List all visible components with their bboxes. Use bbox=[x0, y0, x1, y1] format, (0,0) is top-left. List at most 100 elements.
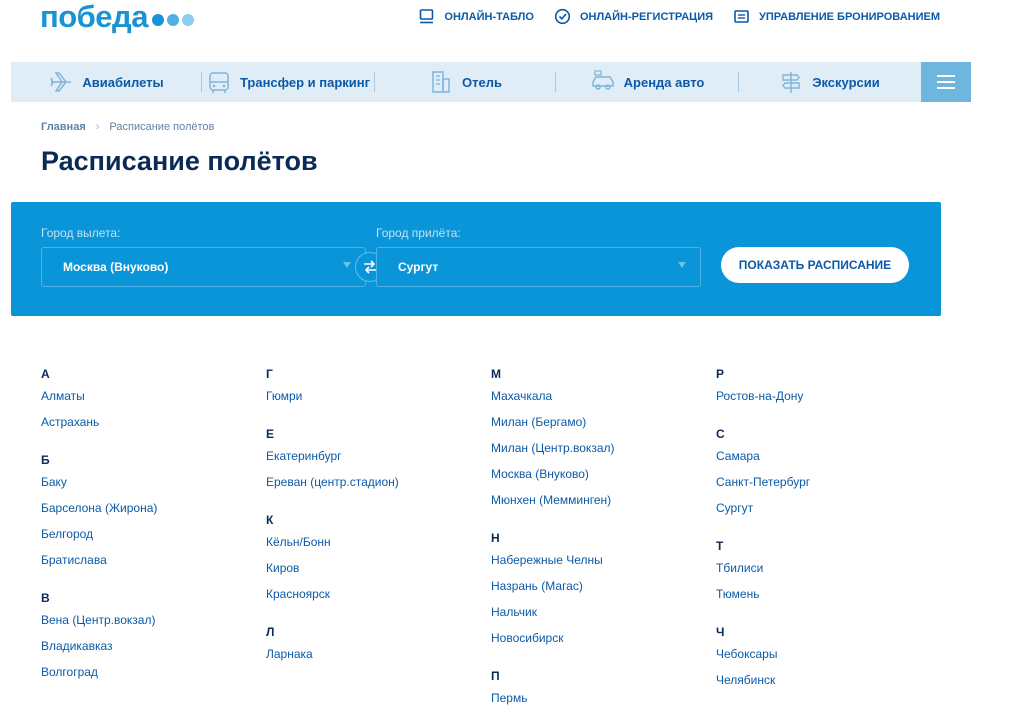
nav-item-transfer[interactable]: Трансфер и паркинг bbox=[202, 62, 374, 102]
city-link[interactable]: Милан (Центр.вокзал) bbox=[491, 441, 716, 467]
nav-item-car-rental[interactable]: Аренда авто bbox=[556, 62, 738, 102]
city-link[interactable]: Екатеринбург bbox=[266, 449, 491, 475]
city-group: Ч Чебоксары Челябинск bbox=[716, 623, 941, 699]
show-schedule-button[interactable]: ПОКАЗАТЬ РАСПИСАНИЕ bbox=[721, 247, 909, 283]
city-link[interactable]: Гюмри bbox=[266, 389, 491, 415]
city-link[interactable]: Астрахань bbox=[41, 415, 266, 441]
nav-item-excursions[interactable]: Экскурсии bbox=[739, 62, 919, 102]
from-city-select[interactable]: Москва (Внуково) bbox=[41, 247, 366, 287]
check-circle-icon bbox=[554, 8, 571, 25]
from-city-value: Москва (Внуково) bbox=[63, 260, 169, 274]
city-group-letter: А bbox=[41, 367, 50, 381]
city-link[interactable]: Баку bbox=[41, 475, 266, 501]
city-group-letter: Н bbox=[491, 531, 500, 545]
city-link[interactable]: Мюнхен (Мемминген) bbox=[491, 493, 716, 519]
city-group-letter: Б bbox=[41, 453, 50, 467]
to-city-label: Город прилёта: bbox=[376, 226, 461, 240]
breadcrumb-home[interactable]: Главная bbox=[41, 121, 86, 133]
city-group: А Алматы Астрахань bbox=[41, 365, 266, 441]
nav-item-label: Аренда авто bbox=[623, 74, 705, 90]
city-group-letter: М bbox=[491, 367, 501, 381]
city-link[interactable]: Милан (Бергамо) bbox=[491, 415, 716, 441]
city-link[interactable]: Санкт-Петербург bbox=[716, 475, 941, 501]
city-link[interactable]: Барселона (Жирона) bbox=[41, 501, 266, 527]
nav-item-label: Авиабилеты bbox=[82, 74, 164, 90]
city-column: М Махачкала Милан (Бергамо) Милан (Центр.во… bbox=[491, 365, 716, 726]
city-group-letter: К bbox=[266, 513, 274, 527]
logo-dots bbox=[151, 14, 194, 26]
city-link[interactable]: Москва (Внуково) bbox=[491, 467, 716, 493]
city-directory: А Алматы Астрахань Б Баку Барселона (Жирона) Б… bbox=[41, 365, 941, 726]
monitor-icon bbox=[420, 9, 434, 24]
city-link[interactable]: Ереван (центр.стадион) bbox=[266, 475, 491, 501]
city-link[interactable]: Ларнака bbox=[266, 647, 491, 673]
nav-item-flights[interactable]: Авиабилеты bbox=[11, 62, 201, 102]
from-city-label: Город вылета: bbox=[41, 226, 121, 240]
city-group-letter: Р bbox=[716, 367, 725, 381]
city-group: К Кёльн/Бонн Киров Красноярск bbox=[266, 511, 491, 613]
city-link[interactable]: Нальчик bbox=[491, 605, 716, 631]
signpost-icon bbox=[782, 72, 801, 93]
top-link-label: ОНЛАЙН-ТАБЛО bbox=[444, 10, 534, 23]
city-group-letter: С bbox=[716, 427, 725, 441]
city-group-letter: Е bbox=[266, 427, 275, 441]
caret-down-icon bbox=[678, 262, 686, 268]
city-link[interactable]: Махачкала bbox=[491, 389, 716, 415]
city-group: П Пермь bbox=[491, 667, 716, 717]
city-group-letter: В bbox=[41, 591, 50, 605]
logo[interactable]: победа bbox=[40, 0, 194, 34]
city-link[interactable]: Киров bbox=[266, 561, 491, 587]
top-link-online-checkin[interactable]: ОНЛАЙН-РЕГИСТРАЦИЯ bbox=[554, 8, 713, 25]
city-group: С Самара Санкт-Петербург Сургут bbox=[716, 425, 941, 527]
plane-icon bbox=[50, 72, 72, 92]
city-link[interactable]: Чебоксары bbox=[716, 647, 941, 673]
city-link[interactable]: Владикавказ bbox=[41, 639, 266, 665]
city-link[interactable]: Сургут bbox=[716, 501, 941, 527]
city-link[interactable]: Тюмень bbox=[716, 587, 941, 613]
city-column: Р Ростов-на-Дону С Самара Санкт-Петербург Сур… bbox=[716, 365, 941, 726]
city-link[interactable]: Кёльн/Бонн bbox=[266, 535, 491, 561]
city-group: Н Набережные Челны Назрань (Магас) Нальчик Н… bbox=[491, 529, 716, 657]
city-link[interactable]: Алматы bbox=[41, 389, 266, 415]
to-city-select[interactable]: Сургут bbox=[376, 247, 701, 287]
menu-icon bbox=[937, 75, 955, 77]
main-nav: Авиабилеты Трансфер и паркинг Отель Арен… bbox=[11, 62, 971, 102]
top-link-manage-booking[interactable]: УПРАВЛЕНИЕ БРОНИРОВАНИЕМ bbox=[733, 8, 940, 25]
city-link[interactable]: Челябинск bbox=[716, 673, 941, 699]
page-title: Расписание полётов bbox=[41, 146, 318, 176]
city-link[interactable]: Красноярск bbox=[266, 587, 491, 613]
city-group-letter: Л bbox=[266, 625, 275, 639]
city-group: Е Екатеринбург Ереван (центр.стадион) bbox=[266, 425, 491, 501]
search-panel: Город вылета: Москва (Внуково) Город при… bbox=[11, 202, 941, 316]
city-group: Г Гюмри bbox=[266, 365, 491, 415]
nav-item-label: Экскурсии bbox=[812, 74, 880, 90]
top-link-online-board[interactable]: ОНЛАЙН-ТАБЛО bbox=[418, 8, 534, 25]
city-group-letter: П bbox=[491, 669, 500, 683]
city-link[interactable]: Вена (Центр.вокзал) bbox=[41, 613, 266, 639]
to-city-value: Сургут bbox=[398, 260, 439, 274]
city-group: Т Тбилиси Тюмень bbox=[716, 537, 941, 613]
nav-item-hotel[interactable]: Отель bbox=[375, 62, 555, 102]
hotel-icon bbox=[432, 71, 450, 93]
city-link[interactable]: Назрань (Магас) bbox=[491, 579, 716, 605]
city-link[interactable]: Тбилиси bbox=[716, 561, 941, 587]
city-column: А Алматы Астрахань Б Баку Барселона (Жирона) Б… bbox=[41, 365, 266, 726]
top-link-label: ОНЛАЙН-РЕГИСТРАЦИЯ bbox=[579, 10, 714, 23]
city-link[interactable]: Пермь bbox=[491, 691, 716, 717]
car-icon bbox=[591, 70, 614, 90]
caret-down-icon bbox=[343, 262, 351, 268]
city-link[interactable]: Волгоград bbox=[41, 665, 266, 691]
city-link[interactable]: Набережные Челны bbox=[491, 553, 716, 579]
logo-text: победа bbox=[40, 0, 148, 34]
city-group: Р Ростов-на-Дону bbox=[716, 365, 941, 415]
breadcrumb: Главная › Расписание полётов bbox=[41, 121, 214, 133]
city-link[interactable]: Белгород bbox=[41, 527, 266, 553]
city-link[interactable]: Ростов-на-Дону bbox=[716, 389, 941, 415]
city-column: Г Гюмри Е Екатеринбург Ереван (центр.стадион… bbox=[266, 365, 491, 726]
city-link[interactable]: Самара bbox=[716, 449, 941, 475]
city-link[interactable]: Братислава bbox=[41, 553, 266, 579]
city-link[interactable]: Новосибирск bbox=[491, 631, 716, 657]
top-links: ОНЛАЙН-ТАБЛО ОНЛАЙН-РЕГИСТРАЦИЯ УПРАВЛЕН… bbox=[418, 8, 940, 25]
city-group-letter: Г bbox=[266, 367, 273, 381]
menu-burger-button[interactable] bbox=[921, 62, 971, 102]
